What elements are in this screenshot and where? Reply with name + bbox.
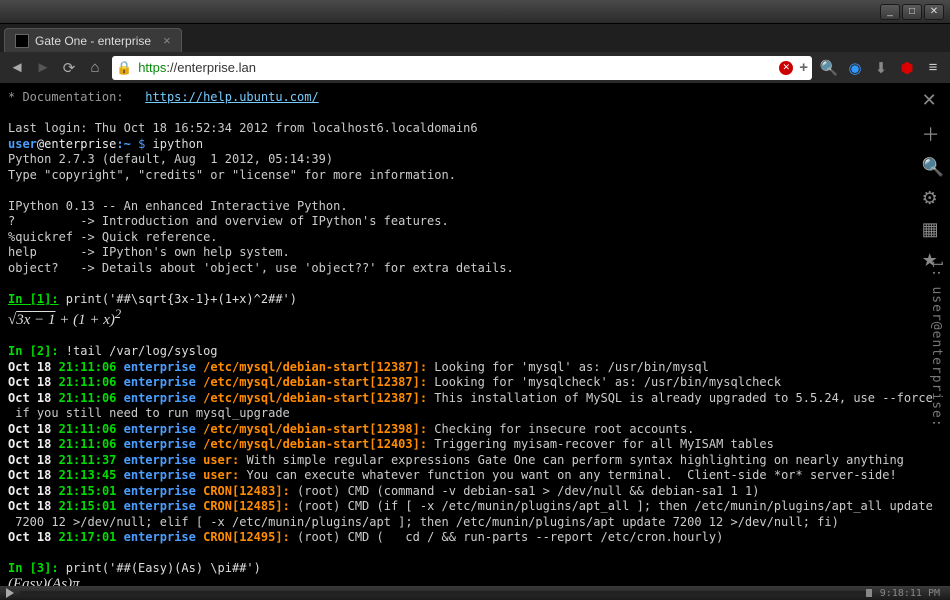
search-icon[interactable]: 🔍 [922, 157, 944, 178]
adblock-icon[interactable]: ⬢ [898, 59, 916, 77]
terminal-area[interactable]: * Documentation: https://help.ubuntu.com… [0, 84, 950, 586]
doc-link[interactable]: https://help.ubuntu.com/ [145, 90, 318, 104]
new-terminal-icon[interactable]: ＋ [922, 121, 944, 147]
gear-icon[interactable]: ⚙ [922, 188, 944, 209]
forward-button[interactable]: ► [34, 59, 52, 76]
extension-icon[interactable]: ◉ [846, 59, 864, 77]
status-bar: 9:18:11 PM [0, 586, 950, 600]
bookmark-add-icon[interactable]: + [799, 59, 808, 76]
url-bar[interactable]: 🔒 https://enterprise.lan ✕ + [112, 56, 812, 80]
menu-button[interactable]: ≡ [924, 59, 942, 77]
home-button[interactable]: ⌂ [86, 59, 104, 76]
url-text: https://enterprise.lan [138, 60, 773, 75]
window-maximize-button[interactable]: □ [902, 4, 922, 20]
terminal-sidebar: ✕ ＋ 🔍 ⚙ ▦ ★ [922, 90, 944, 271]
window-titlebar: _ □ ✕ [0, 0, 950, 24]
favicon-icon [15, 34, 29, 48]
browser-tab[interactable]: Gate One - enterprise × [4, 28, 182, 52]
grid-icon[interactable]: ▦ [922, 219, 944, 240]
browser-tabbar: Gate One - enterprise × [0, 24, 950, 52]
lock-icon: 🔒 [116, 60, 132, 76]
close-terminal-icon[interactable]: ✕ [922, 90, 944, 111]
terminal-output: * Documentation: https://help.ubuntu.com… [8, 90, 942, 586]
tab-title: Gate One - enterprise [35, 34, 151, 48]
stop-icon[interactable]: ✕ [779, 61, 793, 75]
clock: 9:18:11 PM [880, 588, 940, 599]
terminal-side-label: 1: user@enterprise: [929, 260, 944, 428]
play-icon[interactable] [6, 588, 14, 598]
browser-navbar: ◄ ► ⟳ ⌂ 🔒 https://enterprise.lan ✕ + 🔍 ◉… [0, 52, 950, 84]
reload-button[interactable]: ⟳ [60, 59, 78, 77]
search-button[interactable]: 🔍 [820, 59, 838, 77]
window-close-button[interactable]: ✕ [924, 4, 944, 20]
progress-bar[interactable] [20, 591, 872, 595]
window-minimize-button[interactable]: _ [880, 4, 900, 20]
downloads-button[interactable]: ⬇ [872, 59, 890, 77]
back-button[interactable]: ◄ [8, 59, 26, 76]
tab-close-icon[interactable]: × [163, 33, 171, 48]
